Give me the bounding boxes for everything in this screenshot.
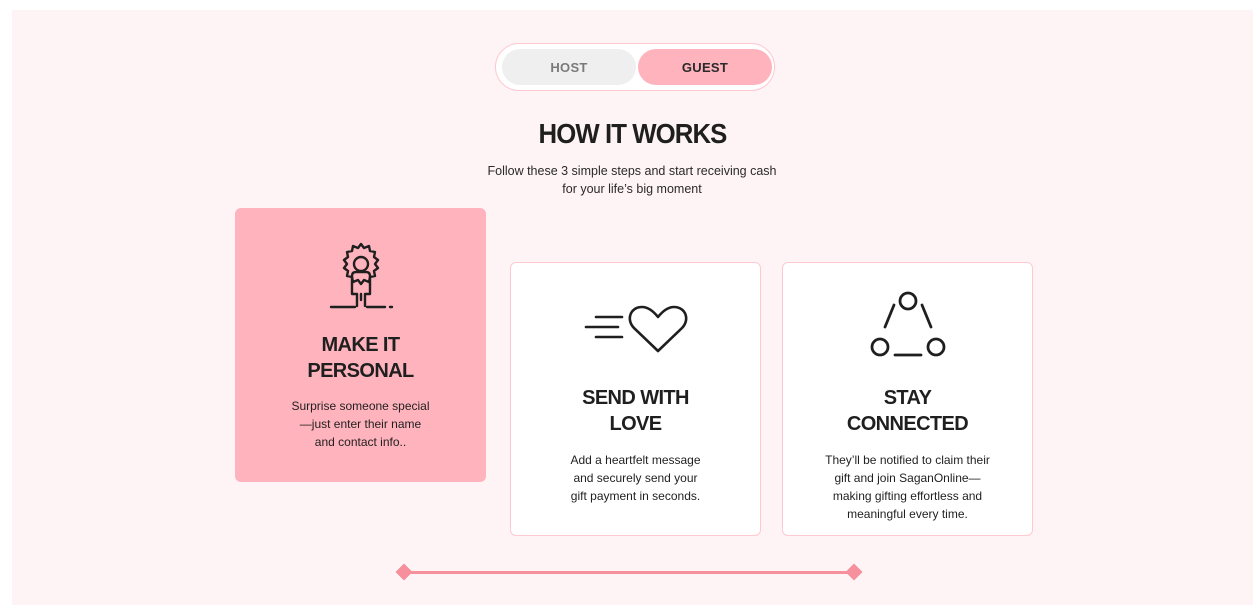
step-title: MAKE IT PERSONAL bbox=[235, 332, 486, 384]
step-description-line: and contact info.. bbox=[314, 435, 407, 449]
step-card-make-it-personal[interactable]: MAKE IT PERSONAL Surprise someone specia… bbox=[235, 208, 486, 482]
section-title: HOW IT WORKS bbox=[538, 118, 728, 149]
step-description-line: meaningful every time. bbox=[847, 507, 968, 521]
step-description-line: Surprise someone special bbox=[291, 399, 430, 413]
toggle-guest-option[interactable]: GUEST bbox=[638, 49, 772, 85]
step-description-line: and securely send your bbox=[573, 471, 698, 485]
step-description-line: gift and join SaganOnline— bbox=[834, 471, 981, 485]
slider-handle-right[interactable] bbox=[845, 563, 863, 581]
how-it-works-section: HOST GUEST HOW IT WORKS Follow these 3 s… bbox=[12, 10, 1253, 605]
person-gear-icon bbox=[235, 238, 486, 314]
send-heart-icon bbox=[511, 301, 760, 357]
step-description: They’ll be notified to claim their gift … bbox=[783, 451, 1032, 523]
step-title-line: LOVE bbox=[609, 413, 662, 435]
subtitle-line: for your life’s big moment bbox=[562, 182, 702, 196]
step-title-line: SEND WITH bbox=[582, 387, 689, 409]
step-title-line: PERSONAL bbox=[307, 360, 414, 382]
step-title-line: STAY bbox=[883, 387, 932, 409]
step-card-send-with-love[interactable]: SEND WITH LOVE Add a heartfelt message a… bbox=[510, 262, 761, 536]
slider-track[interactable] bbox=[404, 571, 854, 574]
step-title-line: MAKE IT bbox=[321, 334, 400, 356]
subtitle-line: Follow these 3 simple steps and start re… bbox=[487, 164, 777, 178]
host-guest-toggle: HOST GUEST bbox=[495, 43, 775, 91]
carousel-slider[interactable] bbox=[394, 562, 864, 582]
step-title-line: CONNECTED bbox=[846, 413, 969, 435]
section-subtitle: Follow these 3 simple steps and start re… bbox=[432, 162, 832, 198]
connected-nodes-icon bbox=[783, 289, 1032, 365]
step-description-line: They’ll be notified to claim their bbox=[825, 453, 990, 467]
step-description-line: Add a heartfelt message bbox=[570, 453, 701, 467]
step-description-line: —just enter their name bbox=[299, 417, 422, 431]
slider-handle-left[interactable] bbox=[395, 563, 413, 581]
step-description-line: making gifting effortless and bbox=[832, 489, 983, 503]
step-description-line: gift payment in seconds. bbox=[570, 489, 701, 503]
step-description: Surprise someone special —just enter the… bbox=[235, 397, 486, 451]
step-title: STAY CONNECTED bbox=[783, 385, 1032, 437]
step-description: Add a heartfelt message and securely sen… bbox=[511, 451, 760, 505]
step-card-stay-connected[interactable]: STAY CONNECTED They’ll be notified to cl… bbox=[782, 262, 1033, 536]
toggle-host-option[interactable]: HOST bbox=[502, 49, 636, 85]
step-title: SEND WITH LOVE bbox=[511, 385, 760, 437]
